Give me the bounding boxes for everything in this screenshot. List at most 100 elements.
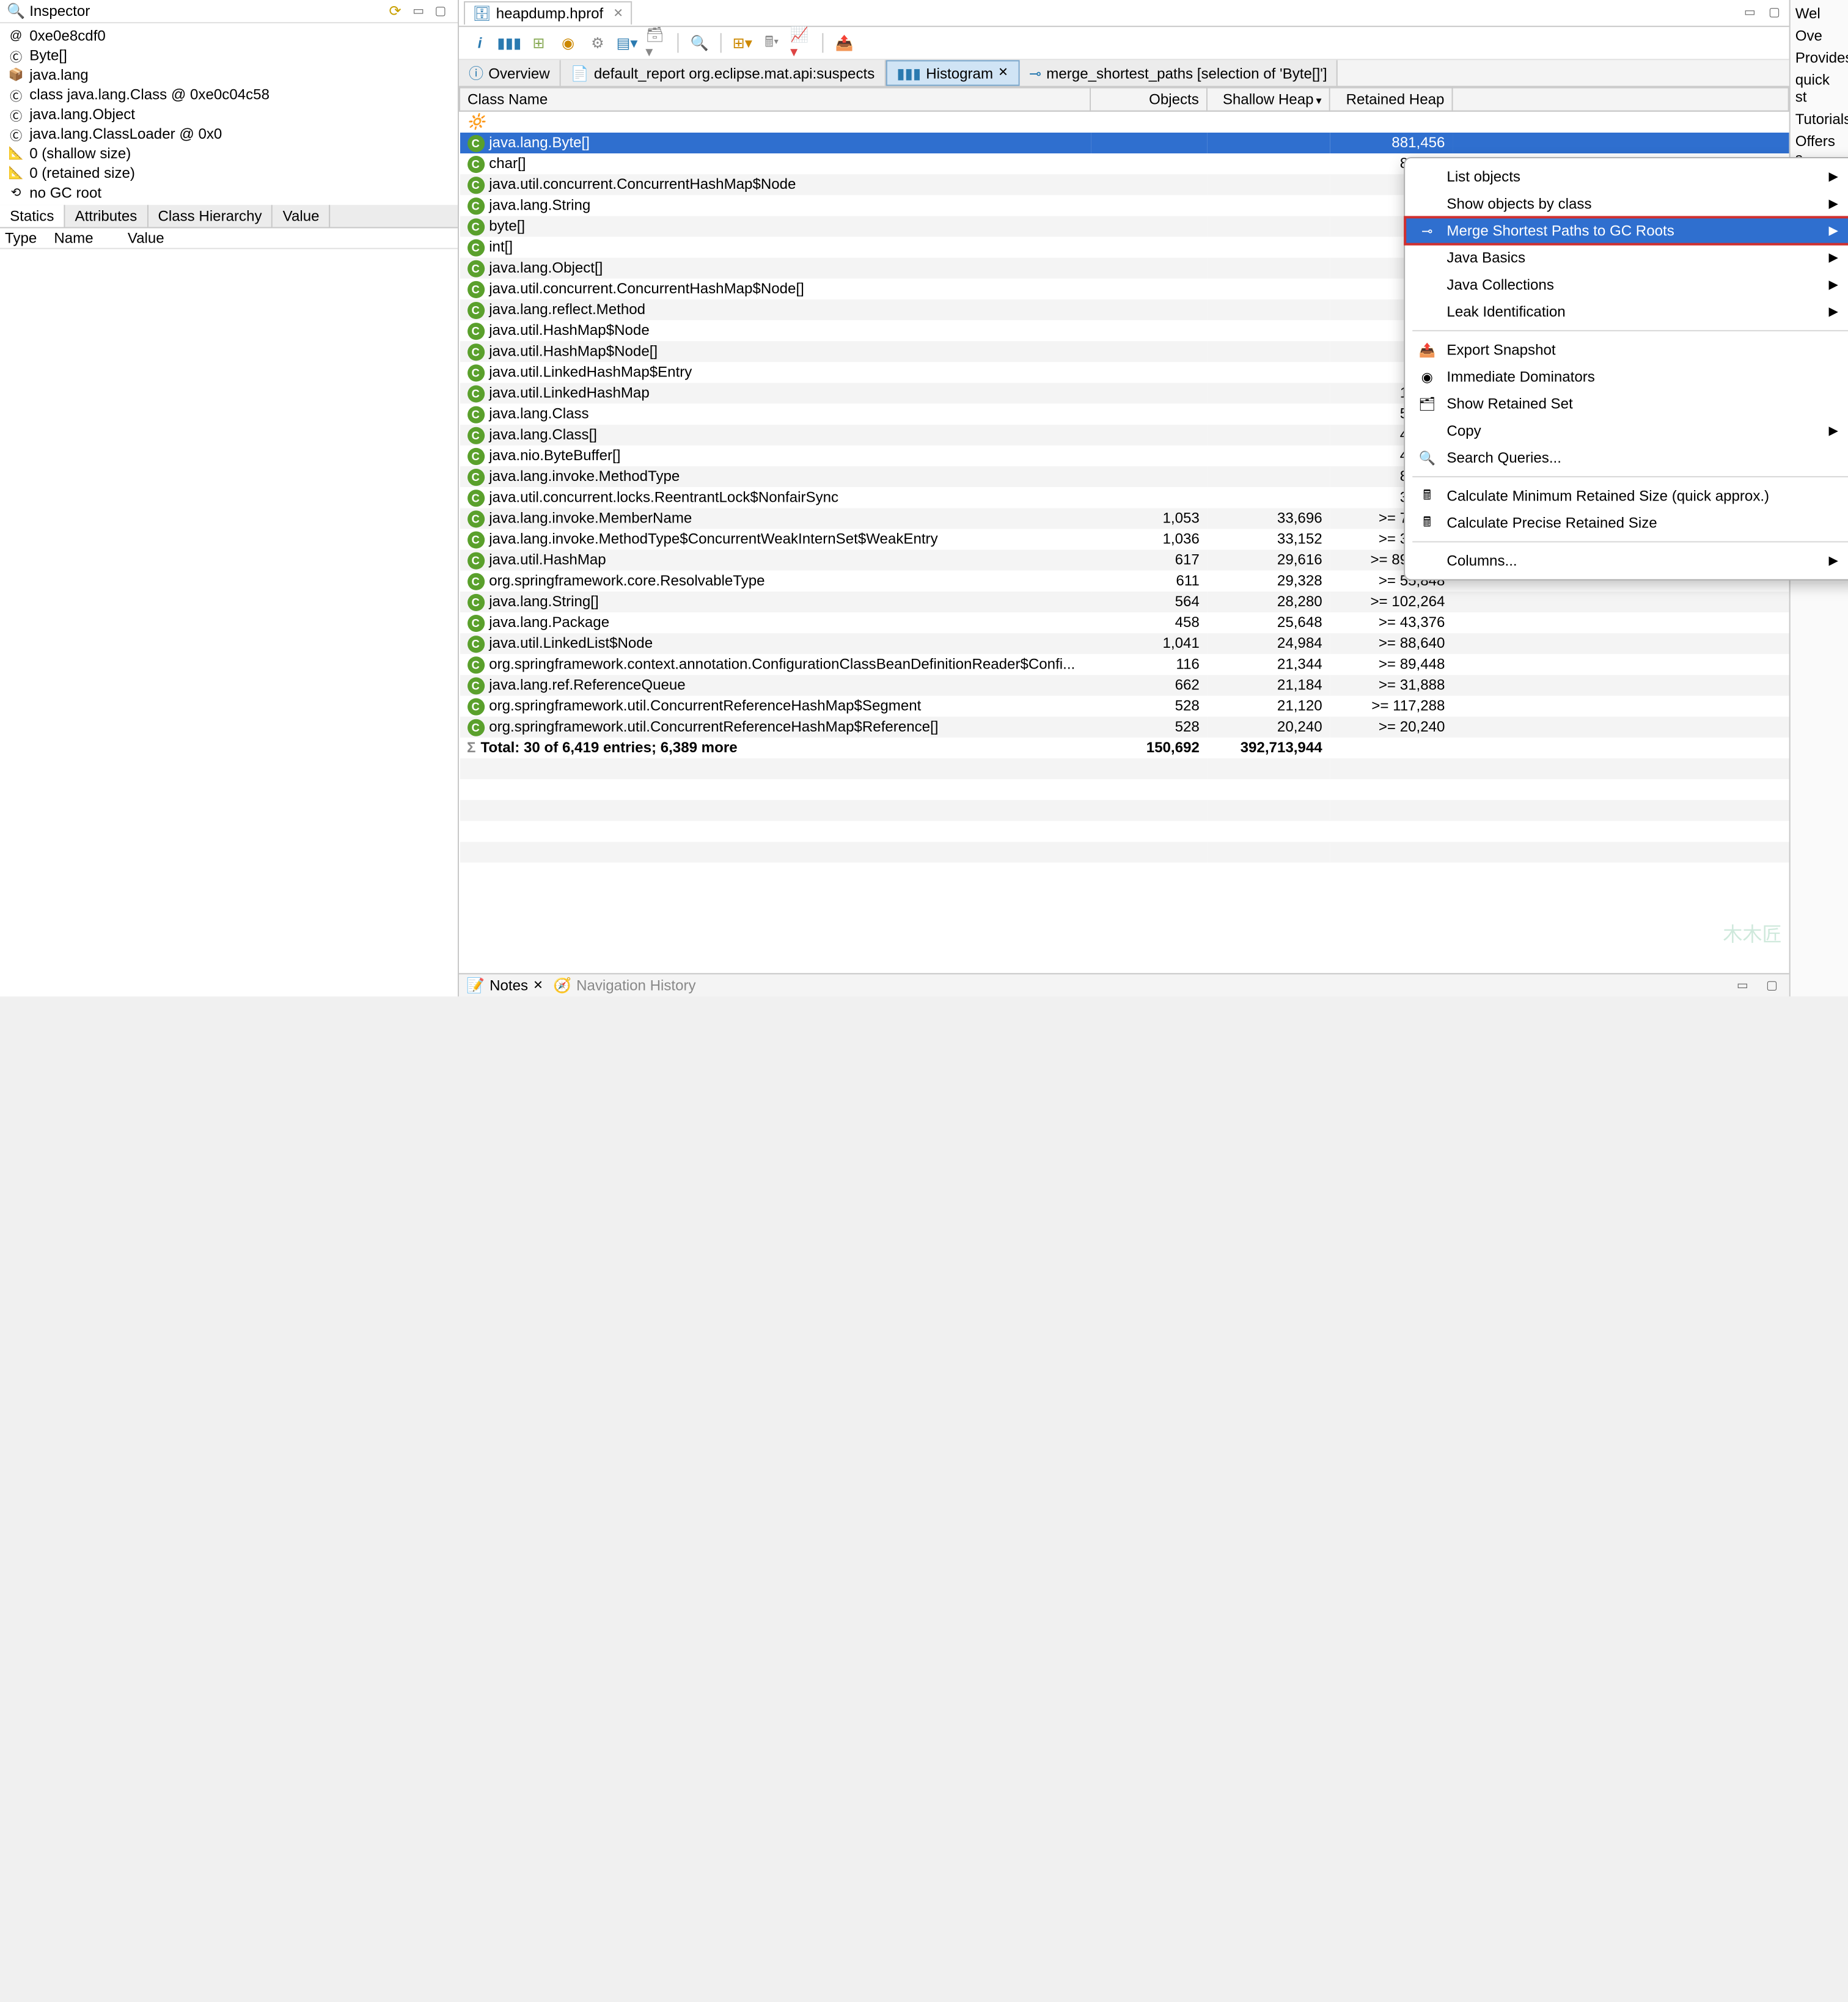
menu-item-immediate-dominators[interactable]: ◉Immediate Dominators (1405, 363, 1848, 390)
group-icon[interactable]: ⊞▾ (732, 32, 754, 54)
export-icon[interactable]: 📤 (833, 32, 855, 54)
menu-item-leak-identification[interactable]: Leak Identification▶ (1405, 298, 1848, 325)
package-icon: 📦 (7, 66, 24, 83)
nav-history-tab[interactable]: 🧭 Navigation History (553, 977, 696, 994)
close-icon[interactable]: ✕ (613, 7, 623, 20)
filter-icon: 🔆 (467, 113, 485, 130)
menu-item-calculate-precise-retained-siz[interactable]: 🖩Calculate Precise Retained Size (1405, 509, 1848, 536)
table-row[interactable]: Cjava.lang.Byte[]881,456 (460, 132, 1789, 153)
inner-tabs: ⓘOverview📄default_report org.eclipse.mat… (459, 60, 1789, 87)
tree-label: java.lang.ClassLoader @ 0x0 (29, 125, 222, 142)
menu-item-copy[interactable]: Copy▶ (1405, 417, 1848, 444)
close-icon[interactable]: ✕ (533, 978, 543, 992)
menu-item-java-basics[interactable]: Java Basics ▶ (1405, 244, 1848, 271)
table-row[interactable]: Cjava.util.LinkedList$Node1,04124,984>= … (460, 632, 1789, 653)
menu-item-java-collections[interactable]: Java Collections▶ (1405, 271, 1848, 298)
dominators-icon[interactable]: ◉ (557, 32, 579, 54)
maximize-icon[interactable]: ▢ (1765, 4, 1784, 21)
inspector-tab-attributes[interactable]: Attributes (65, 205, 148, 227)
column-class-name[interactable]: Class Name (460, 88, 1090, 111)
menu-item-calculate-minimum-retained-siz[interactable]: 🖩Calculate Minimum Retained Size (quick … (1405, 482, 1848, 509)
inner-tab-histogram[interactable]: ▮▮▮Histogram✕ (886, 60, 1019, 86)
sidebar-text: Ove (1795, 27, 1843, 44)
minimize-icon[interactable]: ▭ (1740, 4, 1759, 21)
sigma-icon: Σ (467, 739, 475, 756)
editor-area: 🗄 heapdump.hprof ✕ ▭ ▢ i ▮▮▮ ⊞ ◉ ⚙ ▤▾ 🗃▾… (459, 0, 1789, 996)
filter-row[interactable]: 🔆 (460, 111, 1789, 132)
class-icon: C (467, 134, 484, 152)
tree-row[interactable]: Ⓒjava.lang.ClassLoader @ 0x0 (5, 124, 453, 144)
magnifier-icon: 🔍 (7, 2, 24, 20)
tree-row[interactable]: @0xe0e8cdf0 (5, 26, 453, 45)
menu-item-show-retained-set[interactable]: 🗂Show Retained Set (1405, 391, 1848, 417)
tree-row[interactable]: ⒸByte[] (5, 45, 453, 65)
menu-item-list-objects[interactable]: List objects▶ (1405, 163, 1848, 190)
table-row[interactable]: Corg.springframework.util.ConcurrentRefe… (460, 716, 1789, 737)
tree-row[interactable]: 📐0 (shallow size) (5, 144, 453, 163)
notes-tab[interactable]: 📝 Notes ✕ (466, 977, 543, 994)
class-icon: C (467, 552, 484, 569)
menu-label: Java Basics (1447, 249, 1525, 266)
table-row[interactable]: Corg.springframework.context.annotation.… (460, 653, 1789, 674)
table-row[interactable]: Cjava.lang.ref.ReferenceQueue66221,184>=… (460, 674, 1789, 695)
tree-row[interactable]: 📦java.lang (5, 65, 453, 84)
column-shallow-heap[interactable]: Shallow Heap▾ (1207, 88, 1330, 111)
class-icon: C (467, 530, 484, 548)
close-icon[interactable]: ✕ (998, 66, 1008, 79)
table-row[interactable]: Corg.springframework.util.ConcurrentRefe… (460, 695, 1789, 716)
menu-item-columns-[interactable]: Columns...▶ (1405, 548, 1848, 574)
chevron-right-icon: ▶ (1804, 197, 1838, 210)
sync-icon[interactable]: ⟳ (387, 2, 404, 20)
search-icon[interactable]: 🔍 (688, 32, 710, 54)
class-icon: C (467, 698, 484, 715)
class-icon: C (467, 593, 484, 610)
total-row: ΣTotal: 30 of 6,419 entries; 6,389 more1… (460, 737, 1789, 758)
query-icon[interactable]: ▤▾ (616, 32, 638, 54)
column-objects[interactable]: Objects (1090, 88, 1207, 111)
tree-row[interactable]: Ⓒclass java.lang.Class @ 0xe0c04c58 (5, 85, 453, 105)
tree-row[interactable]: ⟲no GC root (5, 183, 453, 202)
thread-icon[interactable]: 🗃▾ (645, 32, 667, 54)
tree-icon[interactable]: ⊞ (527, 32, 549, 54)
gear-icon[interactable]: ⚙ (587, 32, 609, 54)
menu-item-search-queries-[interactable]: 🔍Search Queries... (1405, 444, 1848, 471)
chevron-right-icon: ▶ (1804, 251, 1838, 265)
tree-label: 0xe0e8cdf0 (29, 27, 106, 44)
histogram-icon: ▮▮▮ (897, 64, 921, 81)
inner-tab-merge_shortest_paths[interactable]: ⊸merge_shortest_paths [selection of 'Byt… (1019, 60, 1338, 86)
info-icon[interactable]: i (469, 32, 491, 54)
tree-row[interactable]: 📐0 (retained size) (5, 163, 453, 183)
class-icon: C (467, 656, 484, 673)
empty-row (460, 841, 1789, 862)
menu-label: Immediate Dominators (1447, 368, 1594, 385)
maximize-icon[interactable]: ▢ (1762, 977, 1781, 994)
class-icon: C (467, 280, 484, 298)
calc-icon[interactable]: 🖩▾ (761, 32, 783, 54)
column-retained-heap[interactable]: Retained Heap (1330, 88, 1453, 111)
editor-toolbar: i ▮▮▮ ⊞ ◉ ⚙ ▤▾ 🗃▾ 🔍 ⊞▾ 🖩▾ 📈▾ 📤 (459, 27, 1789, 60)
histogram-icon[interactable]: ▮▮▮ (498, 32, 520, 54)
maximize-icon[interactable]: ▢ (431, 2, 450, 20)
inner-tab-overview[interactable]: ⓘOverview (459, 60, 561, 86)
inner-tab-default_report[interactable]: 📄default_report org.eclipse.mat.api:susp… (561, 60, 886, 86)
chart-icon[interactable]: 📈▾ (790, 32, 812, 54)
editor-tab-heapdump[interactable]: 🗄 heapdump.hprof ✕ (464, 1, 632, 24)
col-type: Type (5, 229, 54, 246)
minimize-icon[interactable]: ▭ (1733, 977, 1752, 994)
tree-row[interactable]: Ⓒjava.lang.Object (5, 105, 453, 124)
size-icon: 📐 (7, 145, 24, 162)
table-row[interactable]: Cjava.lang.Package45825,648>= 43,376 (460, 612, 1789, 632)
sort-desc-icon: ▾ (1316, 95, 1322, 107)
sidebar-text: Tutorials (1795, 111, 1843, 128)
menu-item-export-snapshot[interactable]: 📤Export Snapshot (1405, 336, 1848, 363)
menu-item-show-objects-by-class[interactable]: Show objects by class▶ (1405, 190, 1848, 217)
table-row[interactable]: Cjava.lang.String[]56428,280>= 102,264 (460, 591, 1789, 612)
tab-label: Overview (488, 64, 549, 81)
inspector-tab-class-hierarchy[interactable]: Class Hierarchy (148, 205, 273, 227)
inspector-tab-value[interactable]: Value (273, 205, 331, 227)
col-name: Name (54, 229, 127, 246)
inspector-tab-statics[interactable]: Statics (0, 205, 65, 227)
blank-icon (1417, 275, 1437, 295)
menu-item-merge-shortest-paths-to-gc-roo[interactable]: ⊸Merge Shortest Paths to GC Roots▶ (1405, 217, 1848, 244)
minimize-icon[interactable]: ▭ (409, 2, 428, 20)
